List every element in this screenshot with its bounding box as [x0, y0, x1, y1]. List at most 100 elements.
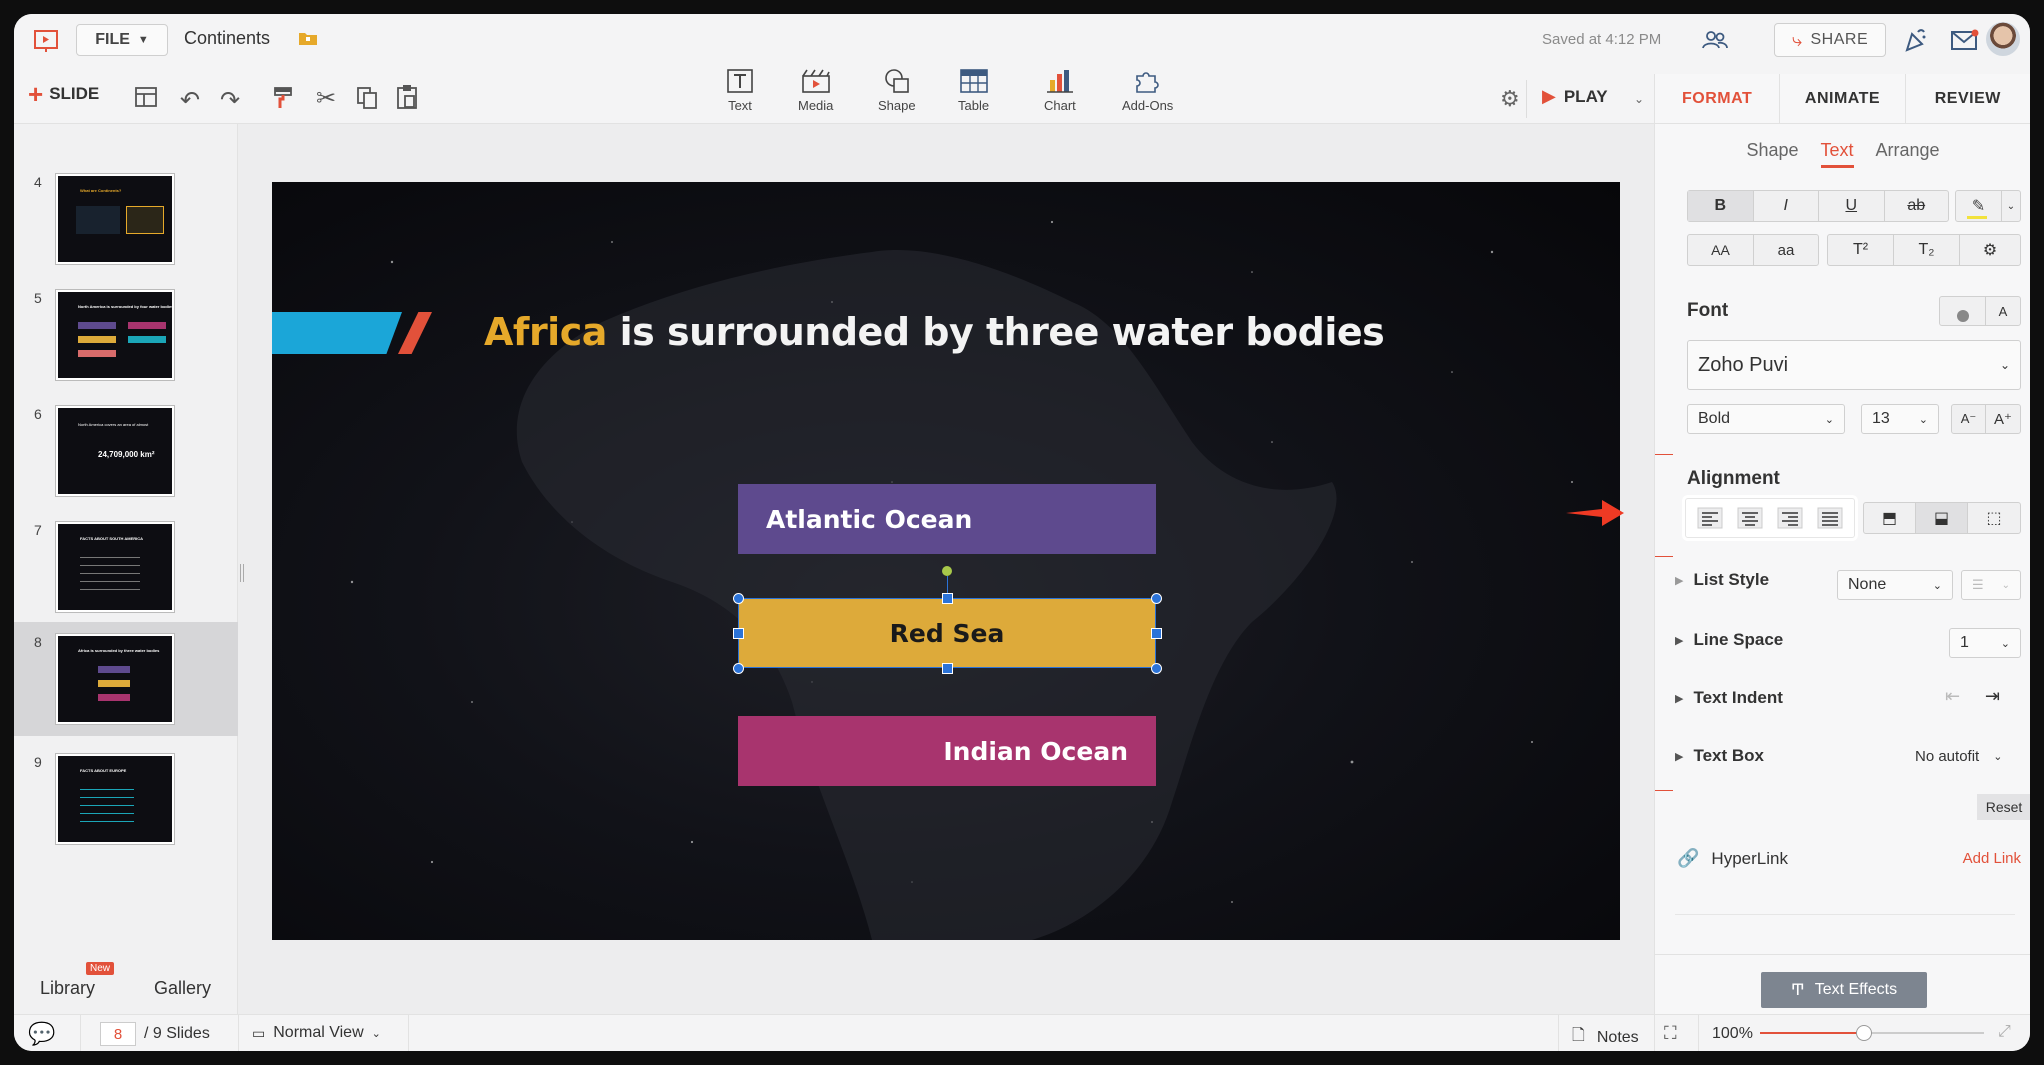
copy-icon[interactable] [356, 86, 378, 110]
presentation-logo-icon[interactable] [32, 28, 60, 54]
font-weight-select[interactable]: Bold ⌄ [1687, 404, 1845, 434]
celebration-icon[interactable] [1902, 26, 1930, 54]
font-color-picker[interactable] [1940, 297, 1986, 325]
font-color-a-icon[interactable]: A [1986, 297, 2020, 325]
slide-title[interactable]: Africa is surrounded by three water bodi… [484, 310, 1385, 354]
fullscreen-icon[interactable]: ⤢ [1998, 1023, 2011, 1041]
lowercase-button[interactable]: aa [1754, 235, 1818, 265]
folder-icon[interactable] [298, 30, 318, 46]
tab-review[interactable]: REVIEW [1906, 74, 2030, 123]
superscript-button[interactable]: T² [1828, 235, 1894, 265]
decrease-font-icon[interactable]: A⁻ [1952, 405, 1986, 433]
slide-thumbnail-6[interactable]: 6 North America covers an area of almost… [14, 398, 238, 512]
align-middle-icon[interactable]: ⬓ [1916, 503, 1968, 533]
resize-handle-n[interactable] [942, 593, 953, 604]
strikethrough-button[interactable]: ab [1885, 191, 1949, 221]
line-space-select[interactable]: 1 ⌄ [1949, 628, 2021, 658]
document-title[interactable]: Continents [184, 28, 270, 49]
rotate-handle[interactable] [942, 566, 952, 576]
increase-indent-icon[interactable]: ⇥ [1985, 686, 2000, 707]
align-top-icon[interactable]: ⬒ [1864, 503, 1916, 533]
expand-arrow-icon[interactable]: ▶ [1675, 750, 1683, 763]
resize-handle-s[interactable] [942, 663, 953, 674]
subtab-shape[interactable]: Shape [1746, 140, 1798, 168]
add-link-button[interactable]: Add Link [1963, 850, 2021, 867]
layout-icon[interactable] [134, 86, 158, 108]
redo-icon[interactable]: ↷ [220, 86, 240, 115]
resize-handle-sw[interactable] [733, 663, 744, 674]
format-painter-icon[interactable] [272, 86, 294, 110]
underline-button[interactable]: U [1819, 191, 1885, 221]
text-effects-button[interactable]: Ͳ Text Effects [1761, 972, 1927, 1008]
insert-table-button[interactable]: Table [958, 68, 989, 113]
panel-resize-handle[interactable] [240, 564, 244, 582]
paste-icon[interactable] [396, 84, 418, 110]
align-center-icon[interactable] [1737, 507, 1763, 529]
slide-thumbnail-9[interactable]: 9 FACTS ABOUT EUROPE [14, 746, 238, 860]
slide-thumbnail-7[interactable]: 7 FACTS ABOUT SOUTH AMERICA [14, 514, 238, 628]
text-settings-gear-icon[interactable]: ⚙ [1960, 235, 2020, 265]
expand-arrow-icon[interactable]: ▶ [1675, 692, 1683, 705]
tab-animate[interactable]: ANIMATE [1780, 74, 1906, 123]
atlantic-ocean-box[interactable]: Atlantic Ocean [738, 484, 1156, 554]
undo-icon[interactable]: ↶ [180, 86, 200, 115]
notes-button[interactable]: 🗋 Notes [1572, 1024, 1639, 1051]
play-options-chevron-icon[interactable]: ⌄ [1634, 92, 1644, 106]
align-right-icon[interactable] [1777, 507, 1803, 529]
slide-canvas[interactable]: Africa is surrounded by three water bodi… [272, 182, 1620, 940]
subtab-text[interactable]: Text [1820, 140, 1854, 168]
share-button[interactable]: ⤷ SHARE [1774, 23, 1886, 57]
indian-ocean-box[interactable]: Indian Ocean [738, 716, 1156, 786]
user-avatar[interactable] [1986, 22, 2020, 56]
insert-text-button[interactable]: Text [726, 68, 754, 113]
collaborators-icon[interactable] [1700, 28, 1730, 52]
resize-handle-se[interactable] [1151, 663, 1162, 674]
align-left-icon[interactable] [1697, 507, 1723, 529]
view-mode-select[interactable]: ▭ Normal View ⌄ [252, 1024, 381, 1042]
list-bullet-select[interactable]: ☰ ⌄ [1961, 570, 2021, 600]
bold-button[interactable]: B [1688, 191, 1754, 221]
fit-to-screen-icon[interactable]: ⛶ [1664, 1023, 1677, 1044]
expand-arrow-icon[interactable]: ▶ [1675, 574, 1683, 587]
text-box-autofit-select[interactable]: No autofit ⌄ [1915, 748, 2002, 765]
italic-button[interactable]: I [1754, 191, 1819, 221]
font-family-select[interactable]: Zoho Puvi ⌄ [1687, 340, 2021, 390]
insert-shape-button[interactable]: Shape [878, 68, 916, 113]
cut-icon[interactable]: ✂ [316, 84, 336, 113]
align-bottom-icon[interactable]: ⬚ [1968, 503, 2020, 533]
play-button[interactable]: ▶ PLAY [1542, 86, 1608, 107]
highlight-dropdown-chevron-icon[interactable]: ⌄ [2002, 191, 2020, 221]
insert-chart-button[interactable]: Chart [1044, 68, 1076, 113]
current-slide-input[interactable]: 8 [100, 1022, 136, 1046]
resize-handle-ne[interactable] [1151, 593, 1162, 604]
resize-handle-nw[interactable] [733, 593, 744, 604]
subtab-arrange[interactable]: Arrange [1876, 140, 1940, 168]
slide-thumbnail-5[interactable]: 5 North America is surrounded by four wa… [14, 282, 238, 396]
list-style-select[interactable]: None ⌄ [1837, 570, 1953, 600]
zoom-slider-thumb[interactable] [1856, 1025, 1872, 1041]
gallery-button[interactable]: Gallery [154, 978, 211, 999]
resize-handle-w[interactable] [733, 628, 744, 639]
resize-handle-e[interactable] [1151, 628, 1162, 639]
add-slide-button[interactable]: + SLIDE [28, 81, 99, 107]
chat-icon[interactable]: 💬 [28, 1021, 55, 1047]
insert-media-button[interactable]: Media [798, 68, 833, 113]
library-button[interactable]: Library New [40, 962, 115, 999]
subscript-button[interactable]: T₂ [1894, 235, 1960, 265]
tab-format[interactable]: FORMAT [1655, 74, 1781, 123]
expand-arrow-icon[interactable]: ▶ [1675, 634, 1683, 647]
uppercase-button[interactable]: AA [1688, 235, 1754, 265]
feedback-mail-icon[interactable] [1950, 28, 1980, 52]
insert-addons-button[interactable]: Add-Ons [1122, 68, 1173, 113]
zoom-slider[interactable] [1760, 1025, 1984, 1041]
font-size-select[interactable]: 13 ⌄ [1861, 404, 1939, 434]
slide-thumbnail-8[interactable]: 8 Africa is surrounded by three water bo… [14, 622, 238, 736]
increase-font-icon[interactable]: A⁺ [1986, 405, 2020, 433]
decrease-indent-icon[interactable]: ⇤ [1945, 686, 1960, 707]
align-justify-icon[interactable] [1817, 507, 1843, 529]
slide-thumbnail-4[interactable]: 4 What are Continents? [14, 166, 238, 280]
red-sea-box[interactable]: Red Sea [738, 598, 1156, 668]
reset-button[interactable]: Reset [1977, 794, 2030, 820]
file-menu-button[interactable]: FILE ▼ [76, 24, 168, 56]
slide-settings-icon[interactable]: ⚙ [1500, 86, 1520, 112]
